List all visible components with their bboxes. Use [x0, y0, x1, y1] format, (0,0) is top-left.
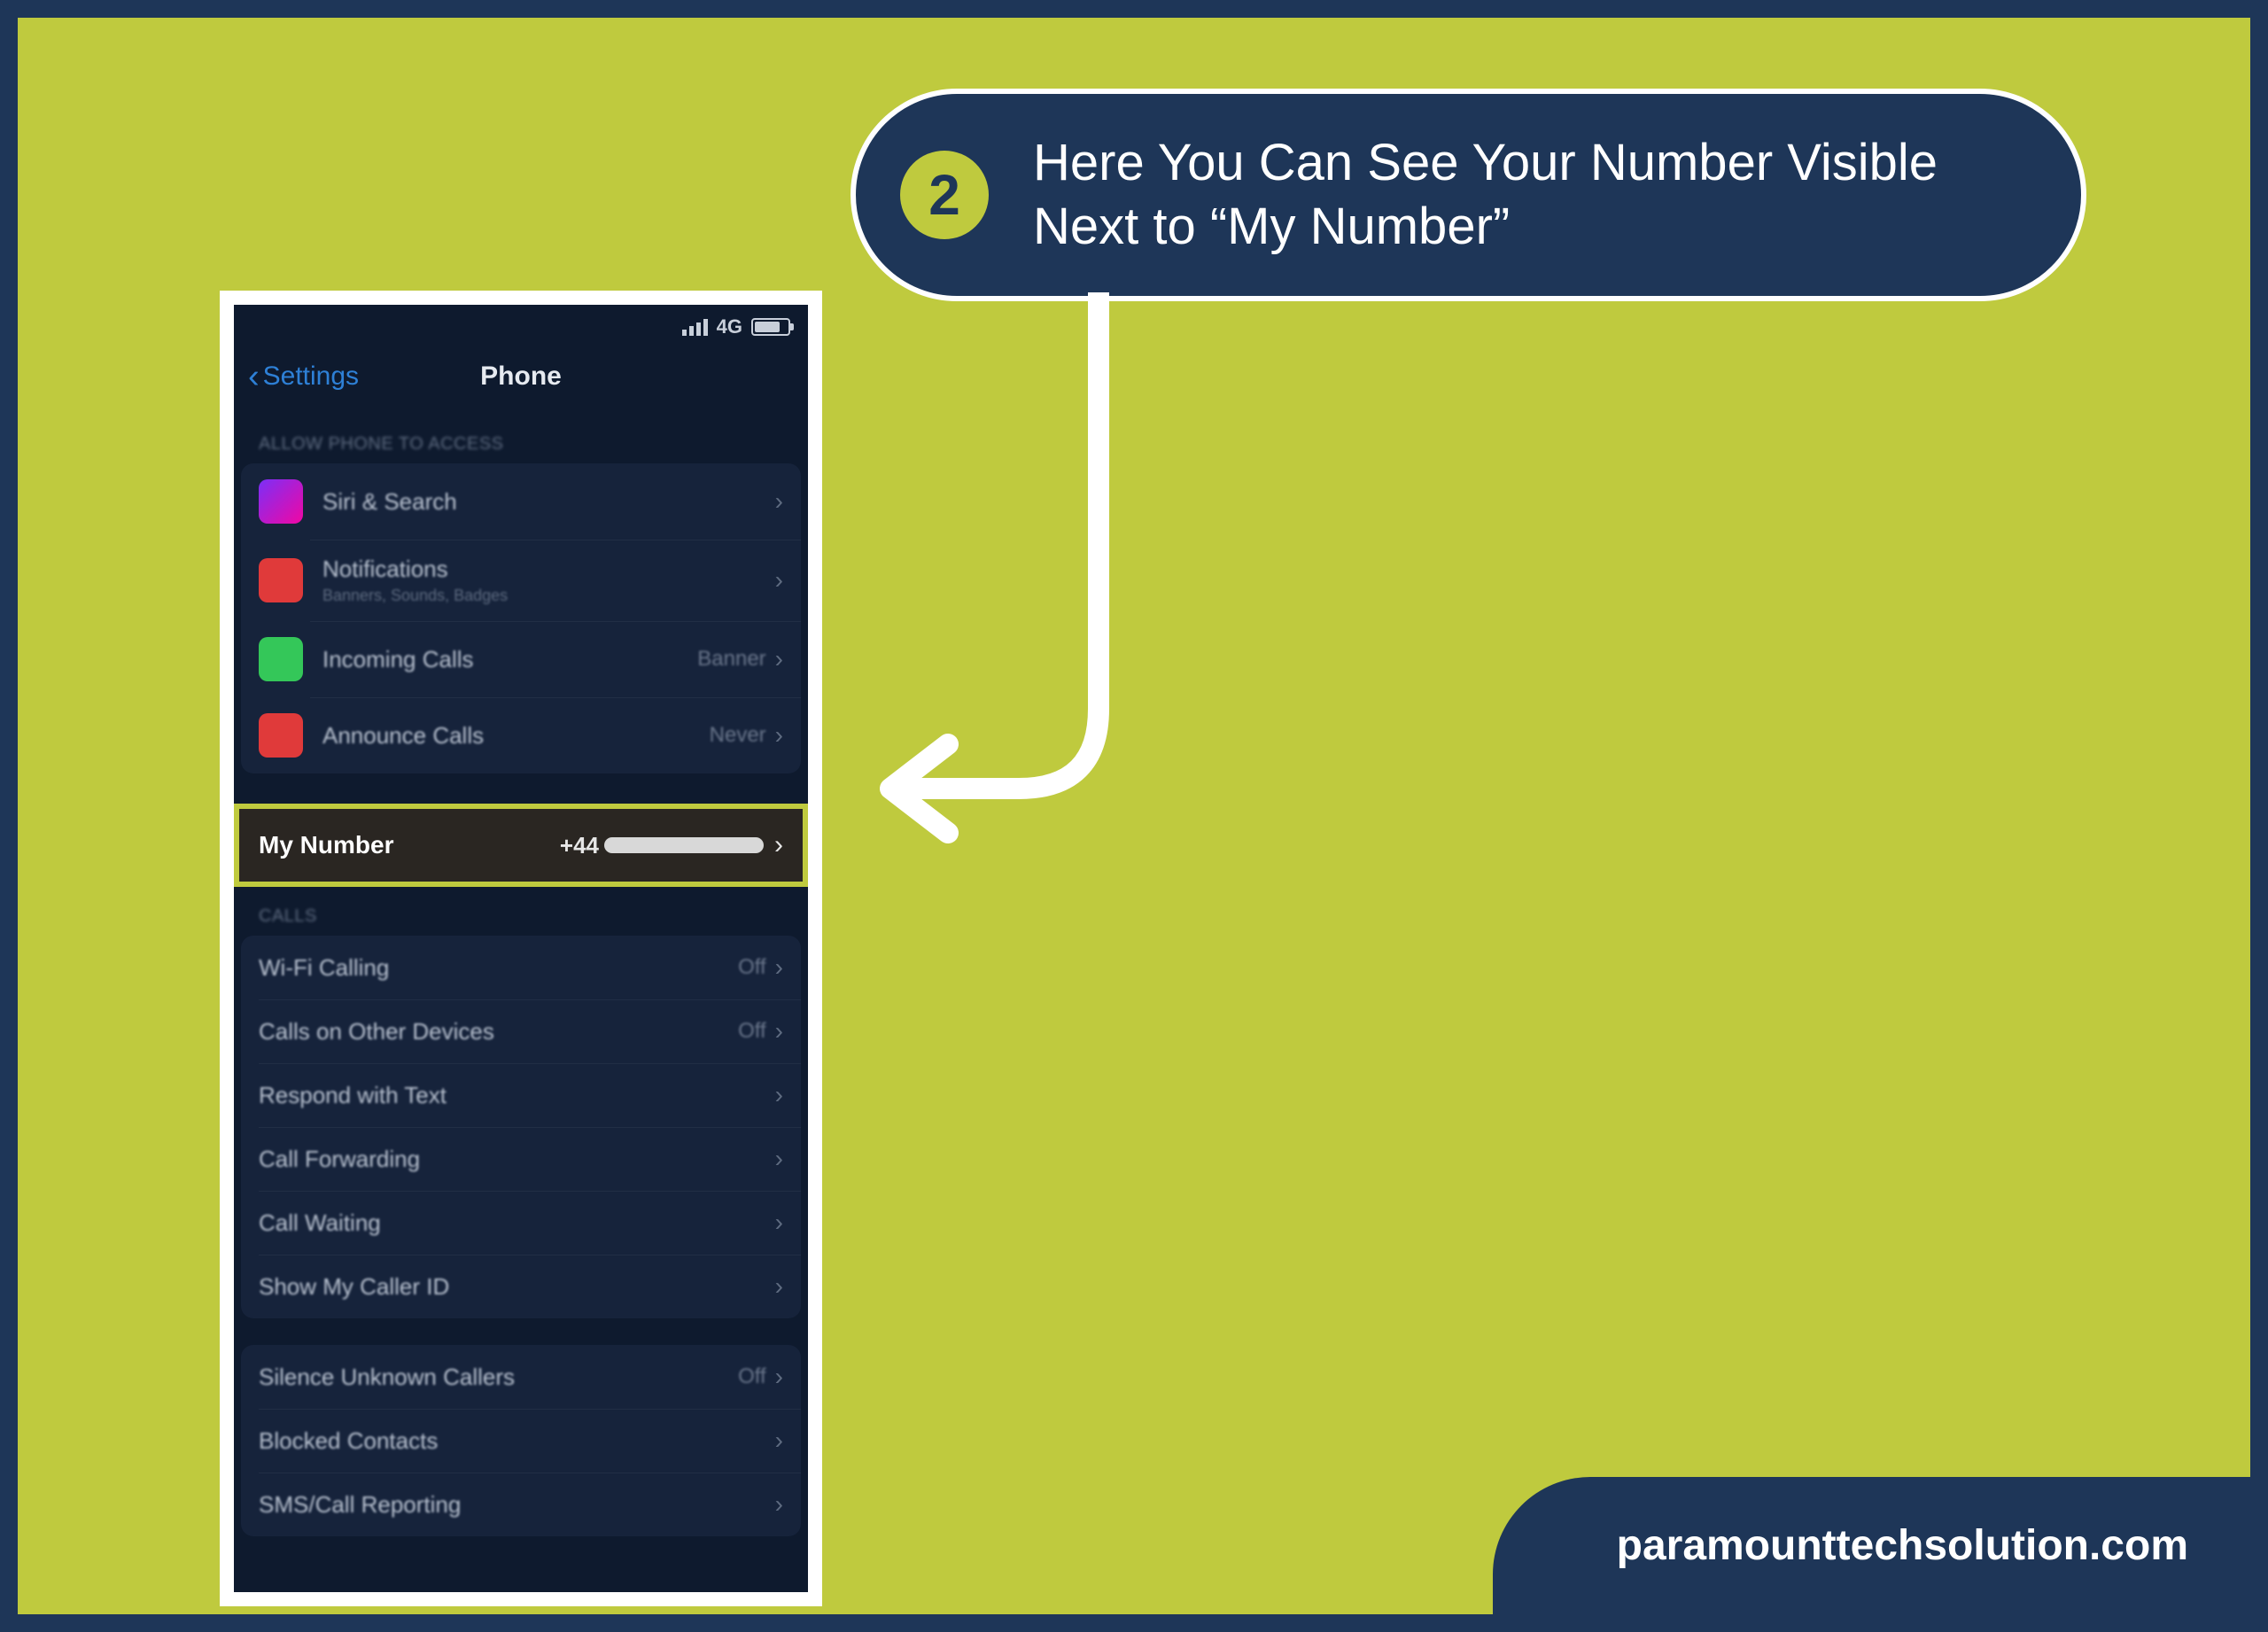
row-label: Call Waiting	[259, 1209, 775, 1237]
row-icon	[259, 713, 303, 758]
row-value: Off	[738, 955, 766, 980]
row-label: Notifications	[322, 556, 775, 583]
chevron-right-icon: ›	[775, 566, 783, 595]
row-label: Blocked Contacts	[259, 1427, 775, 1455]
chevron-right-icon: ›	[775, 721, 783, 750]
section-header-calls: CALLS	[234, 887, 808, 936]
callout-text: Here You Can See Your Number Visible Nex…	[1033, 131, 2037, 260]
settings-row[interactable]: Wi-Fi CallingOff ›	[241, 936, 801, 999]
my-number-label: My Number	[259, 831, 560, 859]
signal-icon	[682, 319, 708, 336]
chevron-right-icon: ›	[774, 830, 783, 860]
row-sublabel: Banners, Sounds, Badges	[322, 587, 775, 605]
chevron-right-icon: ›	[775, 1272, 783, 1301]
chevron-right-icon: ›	[775, 1145, 783, 1173]
row-label: Incoming Calls	[322, 646, 697, 673]
chevron-right-icon: ›	[775, 1017, 783, 1045]
chevron-right-icon: ›	[775, 1490, 783, 1519]
settings-row[interactable]: SMS/Call Reporting›	[241, 1473, 801, 1536]
row-label: Wi-Fi Calling	[259, 954, 738, 982]
instruction-callout: 2 Here You Can See Your Number Visible N…	[850, 89, 2086, 301]
callout-arrow	[842, 292, 1161, 859]
chevron-right-icon: ›	[775, 645, 783, 673]
row-value: Never	[710, 723, 766, 748]
redacted-number	[604, 837, 764, 853]
chevron-right-icon: ›	[775, 1363, 783, 1391]
tutorial-frame: 4G ‹ Settings Phone ALLOW PHONE TO ACCES…	[18, 18, 2250, 1614]
status-bar: 4G	[234, 305, 808, 344]
row-value: Banner	[697, 647, 765, 672]
row-label: Calls on Other Devices	[259, 1018, 738, 1045]
chevron-left-icon: ‹	[248, 360, 260, 393]
chevron-right-icon: ›	[775, 1426, 783, 1455]
settings-row[interactable]: Blocked Contacts›	[241, 1409, 801, 1473]
settings-row[interactable]: Announce CallsNever ›	[241, 697, 801, 773]
battery-icon	[751, 318, 790, 336]
row-label: Siri & Search	[322, 488, 775, 516]
settings-row[interactable]: Calls on Other DevicesOff ›	[241, 999, 801, 1063]
settings-row[interactable]: Silence Unknown CallersOff ›	[241, 1345, 801, 1409]
settings-row[interactable]: Incoming CallsBanner ›	[241, 621, 801, 697]
row-icon	[259, 637, 303, 681]
page-title: Phone	[480, 361, 562, 392]
my-number-row[interactable]: My Number +44 ›	[234, 804, 808, 887]
row-label: Call Forwarding	[259, 1146, 775, 1173]
row-label: Announce Calls	[322, 722, 710, 750]
row-value: Off	[738, 1019, 766, 1044]
group-access: Siri & Search›NotificationsBanners, Soun…	[241, 463, 801, 773]
phone-mockup: 4G ‹ Settings Phone ALLOW PHONE TO ACCES…	[220, 291, 822, 1606]
row-value: Off	[738, 1364, 766, 1389]
step-badge: 2	[900, 151, 989, 239]
settings-row[interactable]: Call Forwarding›	[241, 1127, 801, 1191]
chevron-right-icon: ›	[775, 1208, 783, 1237]
settings-row[interactable]: Call Waiting›	[241, 1191, 801, 1255]
chevron-right-icon: ›	[775, 1081, 783, 1109]
nav-bar: ‹ Settings Phone	[234, 344, 808, 415]
row-label: Show My Caller ID	[259, 1273, 775, 1301]
row-label: Silence Unknown Callers	[259, 1364, 738, 1391]
footer-url: paramounttechsolution.com	[1493, 1477, 2250, 1614]
row-label: SMS/Call Reporting	[259, 1491, 775, 1519]
group-calls: Wi-Fi CallingOff›Calls on Other DevicesO…	[241, 936, 801, 1318]
group-other: Silence Unknown CallersOff›Blocked Conta…	[241, 1345, 801, 1536]
settings-row[interactable]: Siri & Search›	[241, 463, 801, 540]
row-label: Respond with Text	[259, 1082, 775, 1109]
chevron-right-icon: ›	[775, 487, 783, 516]
chevron-right-icon: ›	[775, 953, 783, 982]
settings-row[interactable]: Show My Caller ID›	[241, 1255, 801, 1318]
back-button[interactable]: ‹ Settings	[248, 360, 359, 393]
my-number-value: +44	[560, 832, 764, 859]
back-label: Settings	[263, 361, 359, 392]
row-icon	[259, 479, 303, 524]
row-icon	[259, 558, 303, 602]
settings-row[interactable]: Respond with Text›	[241, 1063, 801, 1127]
settings-row[interactable]: Notifications Banners, Sounds, Badges›	[241, 540, 801, 621]
section-header-access: ALLOW PHONE TO ACCESS	[234, 415, 808, 463]
network-label: 4G	[717, 315, 742, 338]
phone-screen: 4G ‹ Settings Phone ALLOW PHONE TO ACCES…	[234, 305, 808, 1592]
